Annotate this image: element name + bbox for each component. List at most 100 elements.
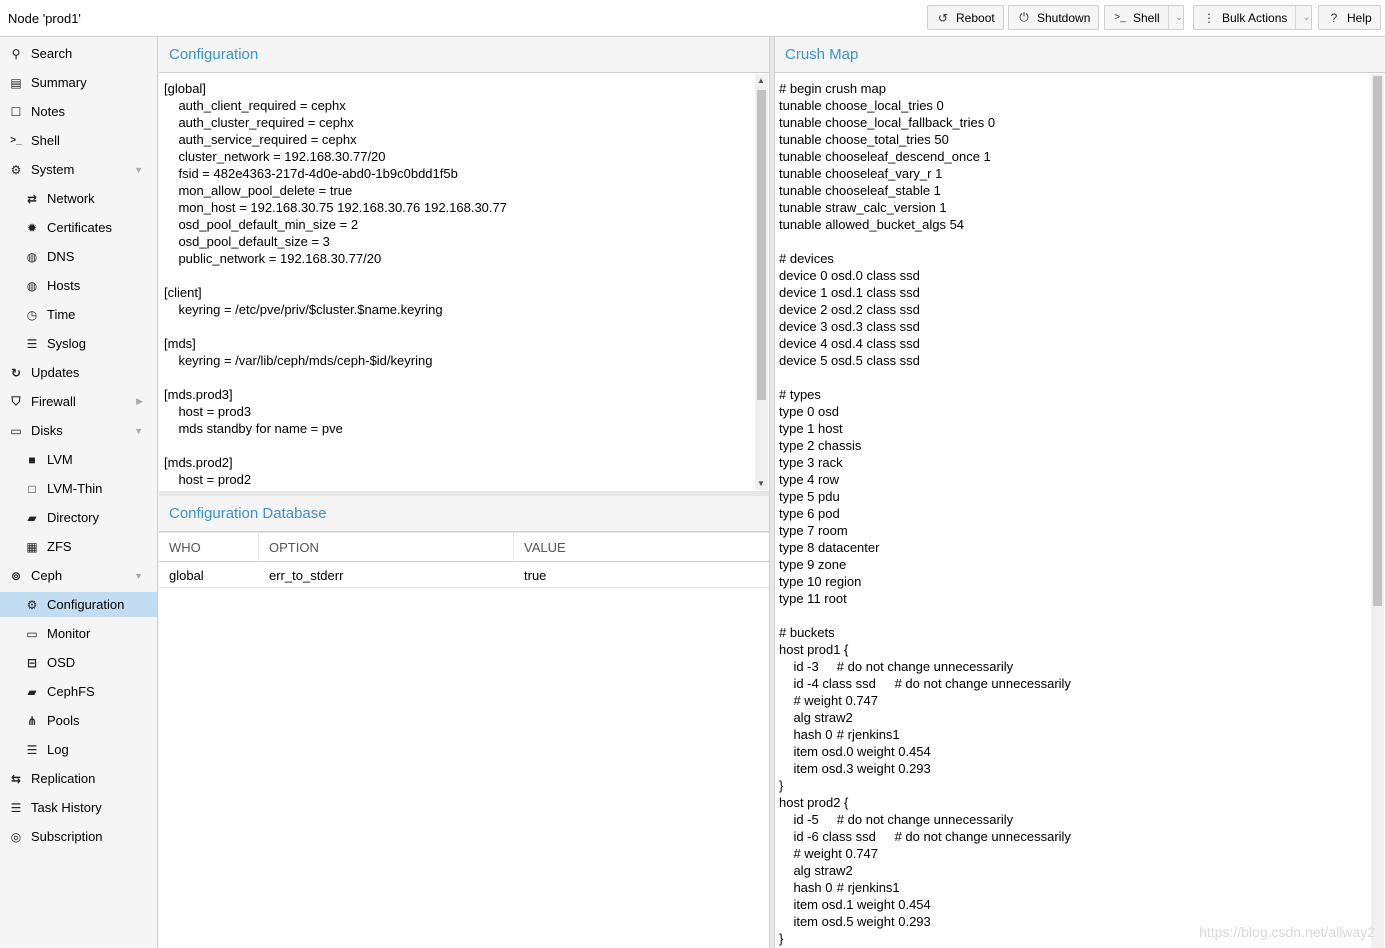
sidebar-item-label: OSD [47, 655, 76, 670]
crush-map-panel: Crush Map # begin crush map tunable choo… [774, 37, 1385, 948]
reboot-button[interactable]: ↺ Reboot [927, 5, 1004, 30]
column-header-who[interactable]: WHO [159, 533, 259, 562]
retweet-icon: ⇆ [10, 771, 22, 786]
chevron-down-icon[interactable]: ⌄ [1167, 6, 1183, 29]
sidebar-item-zfs[interactable]: ▦ ZFS [0, 534, 157, 559]
crush-map-title: Crush Map [775, 37, 1385, 73]
chevron-down-icon[interactable]: ⌄ [1295, 6, 1311, 29]
list-icon: ☰ [26, 336, 38, 351]
sidebar-item-label: Pools [47, 713, 80, 728]
shutdown-label: Shutdown [1037, 10, 1091, 25]
column-header-value[interactable]: VALUE [514, 533, 769, 562]
gear-icon: ⚙ [26, 597, 38, 612]
sidebar-item-task-history[interactable]: ☰ Task History [0, 795, 157, 820]
sidebar-item-hosts[interactable]: ◍ Hosts [0, 273, 157, 298]
folder-icon: ▰ [27, 684, 37, 699]
sidebar-item-label: Log [47, 742, 69, 757]
globe-icon: ◍ [26, 278, 38, 293]
desktop-icon: ▭ [26, 626, 38, 641]
configuration-text: [global] auth_client_required = cephx au… [164, 81, 507, 487]
sidebar-item-label: Notes [31, 104, 65, 119]
crush-map-text: # begin crush map tunable choose_local_t… [779, 81, 1071, 946]
shutdown-button[interactable]: ⏻ Shutdown [1008, 5, 1100, 30]
configuration-panel: Configuration [global] auth_client_requi… [159, 37, 769, 492]
undo-icon: ↺ [937, 10, 949, 25]
config-scroll-thumb[interactable] [757, 90, 766, 400]
sidebar-item-pools[interactable]: ⋔ Pools [0, 708, 157, 733]
sidebar-item-label: Hosts [47, 278, 81, 293]
refresh-icon: ↻ [10, 365, 22, 380]
sidebar-item-search[interactable]: ⚲ Search [0, 41, 157, 66]
sidebar-item-label: LVM-Thin [47, 481, 103, 496]
sidebar-item-label: Updates [31, 365, 80, 380]
sidebar-item-ceph[interactable]: ⊚ Ceph ▼ [0, 563, 157, 588]
sidebar-item-label: ZFS [47, 539, 72, 554]
shield-icon: ⛉ [11, 394, 21, 408]
sidebar-item-monitor[interactable]: ▭ Monitor [0, 621, 157, 646]
sidebar-item-certificates[interactable]: ✹ Certificates [0, 215, 157, 240]
crush-scroll-thumb[interactable] [1373, 76, 1382, 606]
sidebar-item-log[interactable]: ☰ Log [0, 737, 157, 762]
sidebar-item-firewall[interactable]: ⛉ Firewall ▶ [0, 389, 157, 414]
globe-icon: ◍ [26, 249, 38, 264]
sidebar-item-label: Syslog [47, 336, 87, 351]
hdd-icon: ▭ [10, 423, 22, 438]
sidebar-item-notes[interactable]: ☐ Notes [0, 99, 157, 124]
cell-option: err_to_stderr [269, 567, 344, 583]
sidebar-item-label: Time [47, 307, 76, 322]
sidebar-item-time[interactable]: ◷ Time [0, 302, 157, 327]
sidebar-item-disks[interactable]: ▭ Disks ▼ [0, 418, 157, 443]
node-title: Node 'prod1' [8, 11, 81, 26]
clock-icon: ◷ [26, 307, 38, 322]
support-icon: ◎ [10, 829, 22, 844]
sidebar-item-network[interactable]: ⇄ Network [0, 186, 157, 211]
scroll-down-icon[interactable]: ▼ [755, 479, 767, 488]
sitemap-icon: ⋔ [26, 713, 38, 728]
grid-header: WHO OPTION VALUE [159, 532, 769, 562]
config-scrollbar[interactable]: ▲ ▼ [755, 74, 768, 490]
column-header-option[interactable]: OPTION [259, 533, 514, 562]
sidebar-item-lvm-thin[interactable]: □ LVM-Thin [0, 476, 157, 501]
cell-who: global [169, 567, 204, 583]
sidebar-item-label: Ceph [31, 568, 63, 583]
sidebar-item-system[interactable]: ⚙ System ▼ [0, 157, 157, 182]
sidebar-item-osd[interactable]: ⊟ OSD [0, 650, 157, 675]
sidebar-item-subscription[interactable]: ◎ Subscription [0, 824, 157, 849]
ceph-icon: ⊚ [10, 568, 22, 583]
sidebar-item-label: Network [47, 191, 95, 206]
sidebar-item-shell[interactable]: >_ Shell [0, 128, 157, 153]
sidebar-item-label: Replication [31, 771, 96, 786]
sidebar-item-label: Summary [31, 75, 87, 90]
configuration-panel-title: Configuration [159, 37, 769, 73]
terminal-icon: >_ [1114, 12, 1126, 23]
sidebar-item-lvm[interactable]: ■ LVM [0, 447, 157, 472]
collapse-arrow-icon[interactable]: ▶ [136, 396, 143, 407]
sidebar-item-dns[interactable]: ◍ DNS [0, 244, 157, 269]
configuration-text-area[interactable]: [global] auth_client_required = cephx au… [159, 74, 769, 491]
expand-arrow-icon[interactable]: ▼ [134, 571, 143, 581]
table-row[interactable]: global err_to_stderr true [159, 562, 769, 588]
sidebar-item-label: Subscription [31, 829, 103, 844]
help-button[interactable]: ? Help [1318, 5, 1381, 30]
expand-arrow-icon[interactable]: ▼ [134, 165, 143, 175]
th-large-icon: ▦ [26, 539, 38, 554]
sidebar-item-directory[interactable]: ▰ Directory [0, 505, 157, 530]
sidebar-item-updates[interactable]: ↻ Updates [0, 360, 157, 385]
watermark: https://blog.csdn.net/allway2 [1199, 924, 1375, 940]
sidebar-item-cephfs[interactable]: ▰ CephFS [0, 679, 157, 704]
crush-scrollbar[interactable] [1371, 74, 1384, 948]
bulk-actions-button[interactable]: ⋮ Bulk Actions ⌄ [1193, 5, 1312, 30]
shell-button[interactable]: >_ Shell ⌄ [1104, 5, 1185, 30]
sidebar-item-label: Shell [31, 133, 60, 148]
expand-arrow-icon[interactable]: ▼ [134, 426, 143, 436]
sidebar-item-syslog[interactable]: ☰ Syslog [0, 331, 157, 356]
sidebar-item-configuration[interactable]: ⚙ Configuration [0, 592, 157, 617]
sidebar-item-summary[interactable]: ▤ Summary [0, 70, 157, 95]
crush-map-text-area[interactable]: # begin crush map tunable choose_local_t… [775, 74, 1385, 948]
sidebar-item-label: CephFS [47, 684, 95, 699]
note-icon: ☐ [10, 104, 22, 119]
scroll-up-icon[interactable]: ▲ [755, 76, 767, 85]
sidebar-item-replication[interactable]: ⇆ Replication [0, 766, 157, 791]
exchange-icon: ⇄ [26, 191, 38, 206]
sidebar: ⚲ Search ▤ Summary ☐ Notes >_ Shell ⚙ Sy… [0, 37, 158, 948]
